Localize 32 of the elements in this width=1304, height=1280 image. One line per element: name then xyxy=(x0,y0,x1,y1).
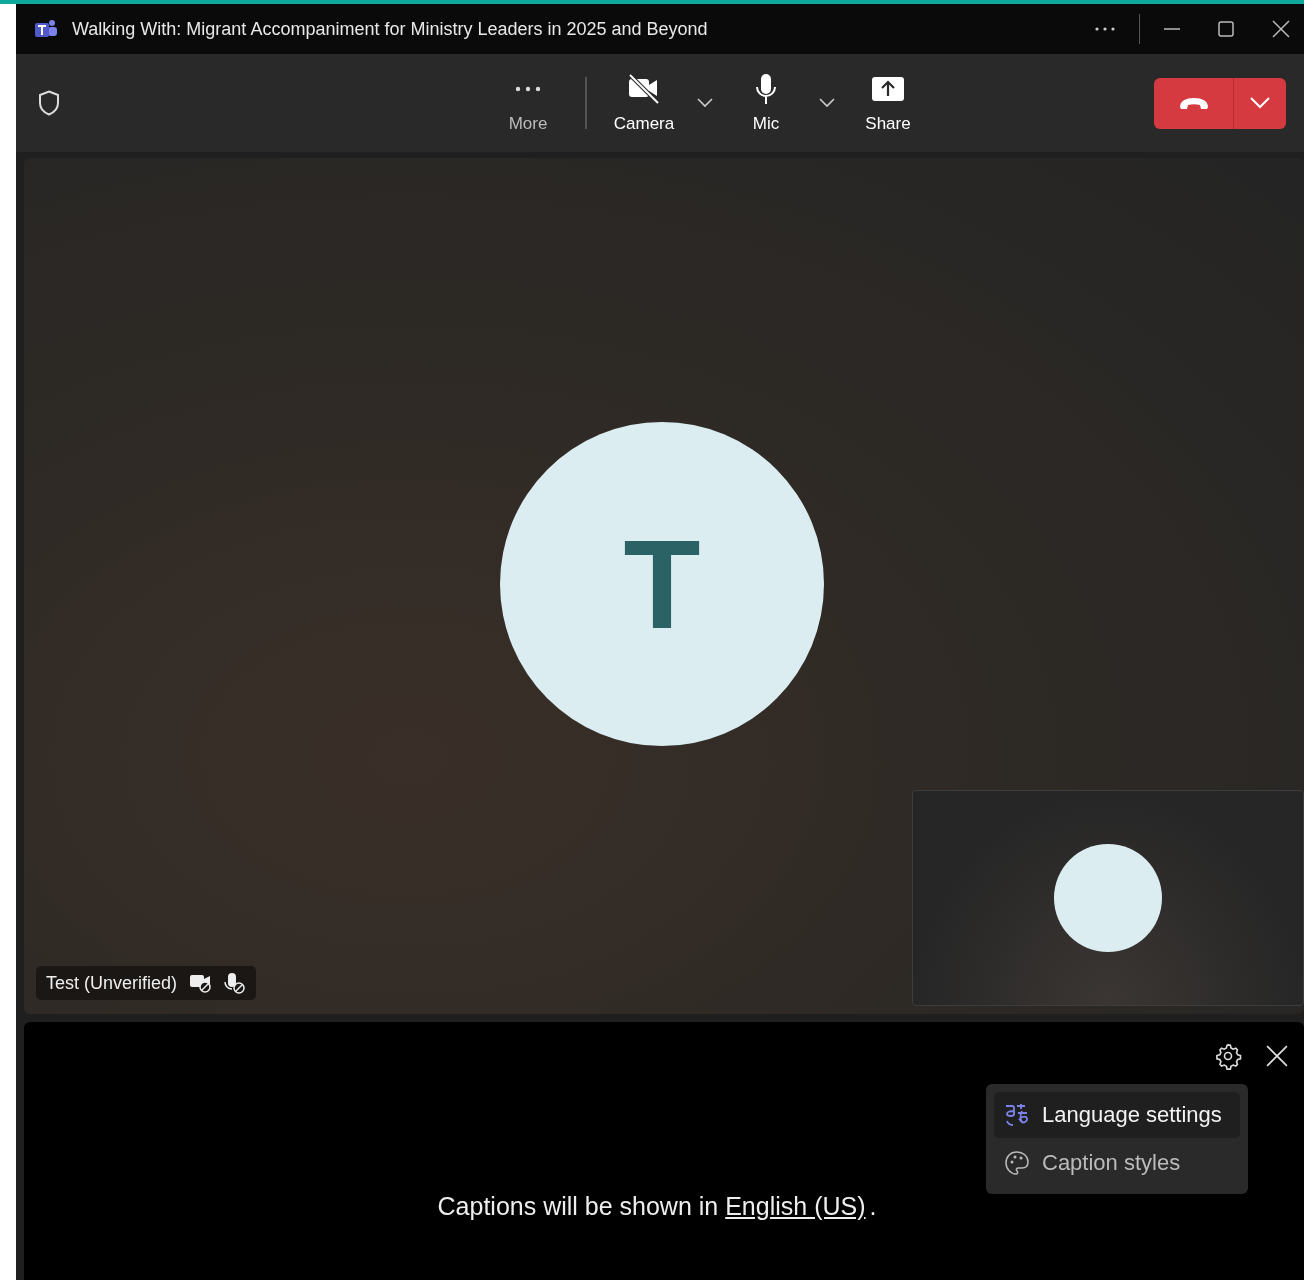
window-title: Walking With: Migrant Accompaniment for Ministry Leaders in 2025 and Beyond xyxy=(72,18,708,40)
maximize-icon[interactable] xyxy=(1218,21,1234,37)
settings-icon[interactable] xyxy=(1214,1042,1242,1070)
shield-icon[interactable] xyxy=(38,90,60,116)
chevron-down-icon xyxy=(819,97,835,108)
chevron-down-icon xyxy=(1250,97,1270,109)
camera-off-icon xyxy=(189,972,213,994)
mic-off-icon xyxy=(224,972,247,994)
leave-options-button[interactable] xyxy=(1234,77,1286,129)
chevron-down-icon xyxy=(697,97,713,108)
close-icon[interactable] xyxy=(1266,1045,1288,1067)
translate-icon xyxy=(1004,1102,1030,1128)
share-icon xyxy=(871,76,905,102)
app-logo-icon xyxy=(34,19,58,39)
camera-button[interactable]: Camera xyxy=(599,66,689,140)
mic-button[interactable]: Mic xyxy=(721,66,811,140)
more-icon xyxy=(515,86,541,92)
close-icon[interactable] xyxy=(1272,20,1290,38)
more-options-icon[interactable] xyxy=(1095,27,1115,31)
participant-name: Test (Unverified) xyxy=(46,972,178,994)
avatar-initial: T xyxy=(623,512,701,657)
more-button[interactable]: More xyxy=(483,66,573,140)
menu-item[interactable]: Language settings xyxy=(994,1092,1240,1138)
phone-icon xyxy=(1177,96,1210,110)
share-button[interactable]: Share xyxy=(843,66,933,140)
menu-item[interactable]: Caption styles xyxy=(994,1140,1240,1186)
camera-off-icon xyxy=(627,73,661,105)
mic-icon xyxy=(753,73,779,105)
captions-notice: Captions will be shown in English (US) . xyxy=(436,1192,878,1221)
language-link[interactable]: English (US) xyxy=(725,1192,866,1220)
palette-icon xyxy=(1004,1150,1030,1176)
leave-call-button[interactable] xyxy=(1154,77,1234,129)
